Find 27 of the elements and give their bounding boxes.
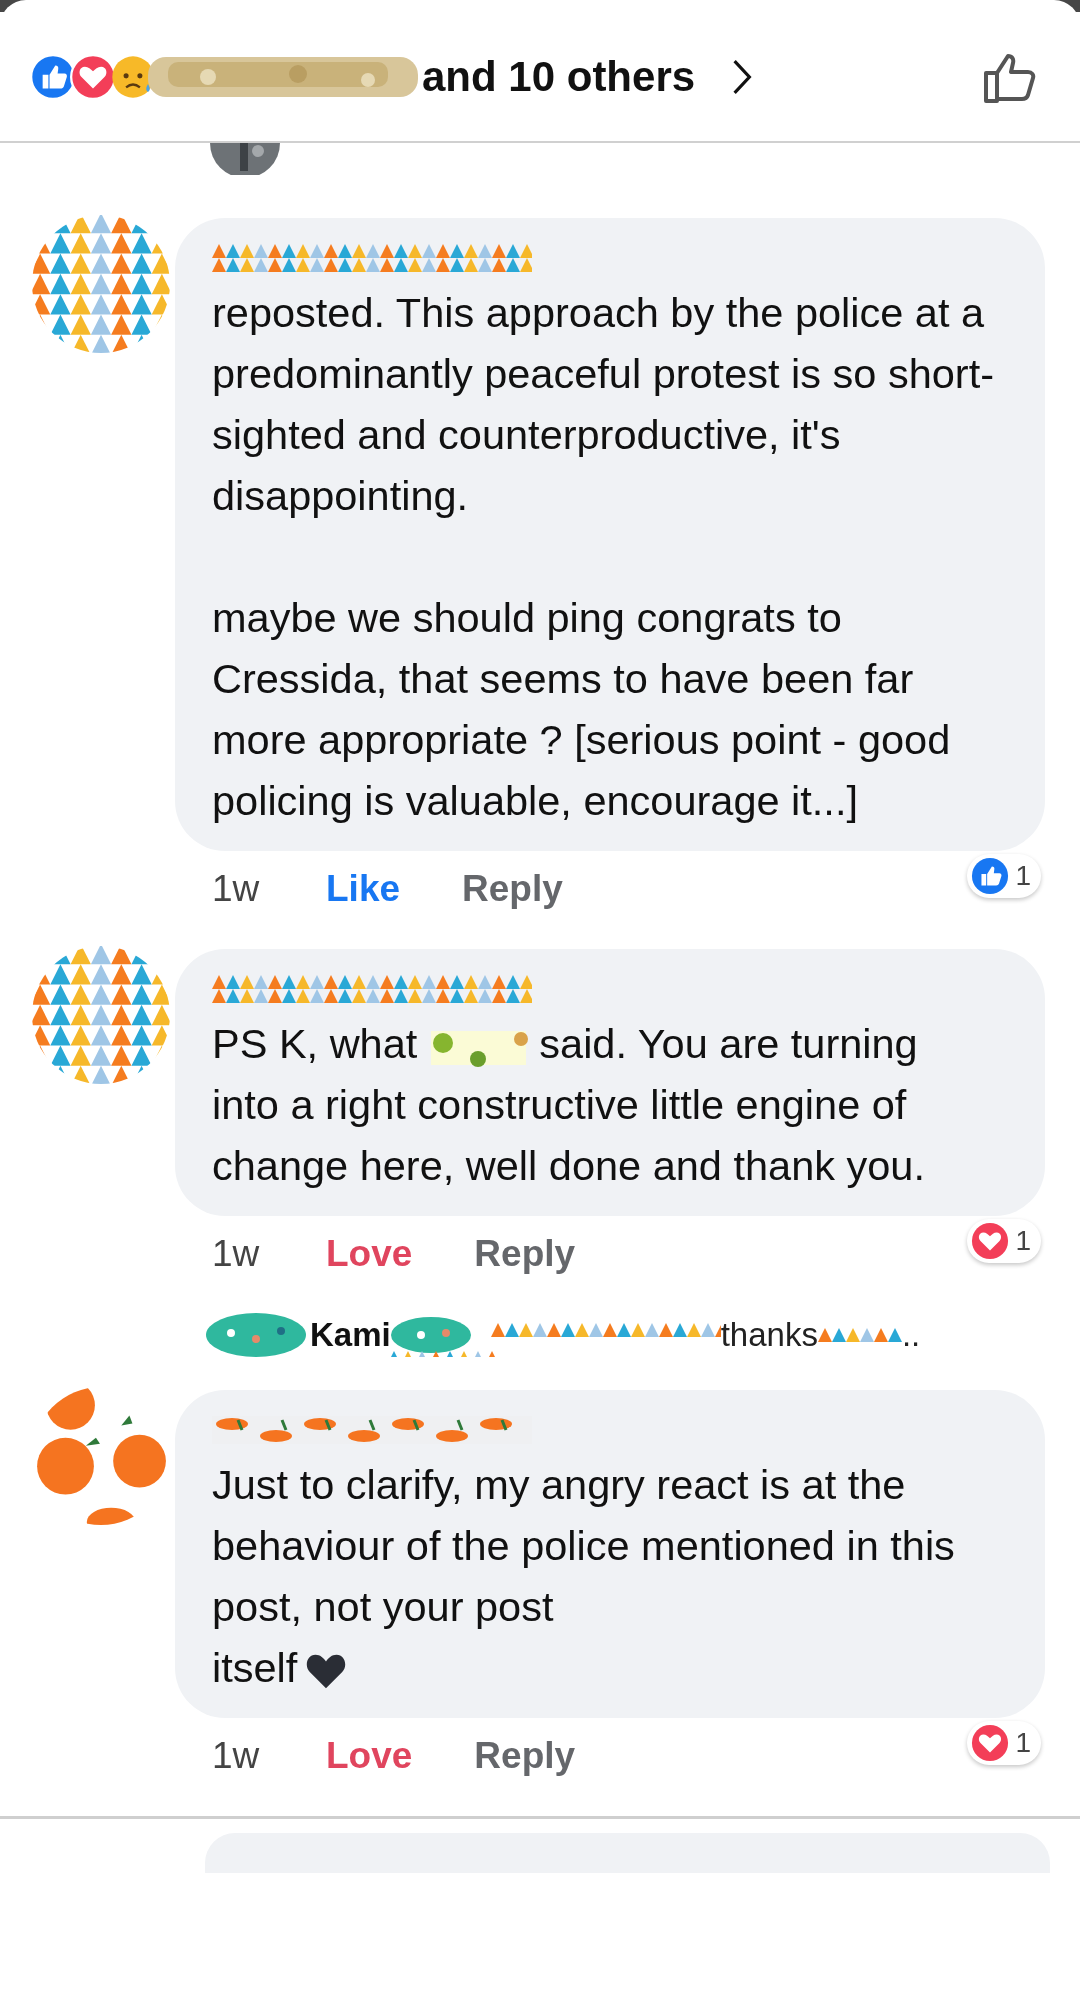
comment-text: said. You are turning xyxy=(539,1020,918,1067)
chevron-right-icon[interactable] xyxy=(731,57,754,96)
comment-text: PS K, what xyxy=(212,1020,418,1067)
reactors-summary[interactable]: and 10 others xyxy=(422,52,696,101)
comment-text: maybe we should ping congrats to Cressida, that seems to have been far more appropriate ? [serious point - good policing is valuable, encourage it...] xyxy=(212,593,952,826)
reply-snippet-ending: .. xyxy=(901,1316,921,1354)
timestamp: 1w xyxy=(212,868,261,910)
reaction-count-badge[interactable]: 1 xyxy=(967,1721,1041,1765)
love-reaction-icon xyxy=(70,53,116,100)
timestamp: 1w xyxy=(212,1735,261,1777)
timestamp: 1w xyxy=(212,1233,261,1275)
love-reaction-icon xyxy=(971,1724,1010,1762)
reply-link[interactable]: Reply xyxy=(474,1233,576,1275)
love-reaction-icon xyxy=(971,1222,1010,1260)
reply-snippet: thanks xyxy=(720,1316,818,1354)
like-reaction-icon xyxy=(971,857,1010,895)
comment-text: reposted. This approach by the police at a predominantly peaceful protest is so short-sighted and counterproductive, it's disappointing. xyxy=(212,288,995,521)
reply-link[interactable]: Reply xyxy=(462,868,563,910)
comment-text: into a right constructive little engine of change here, well done and thank you. xyxy=(212,1080,926,1191)
reaction-count-badge[interactable]: 1 xyxy=(967,854,1041,898)
reaction-link[interactable]: Love xyxy=(326,1233,413,1275)
reaction-link[interactable]: Love xyxy=(326,1735,413,1777)
reaction-link[interactable]: Like xyxy=(326,868,401,910)
reaction-count-badge[interactable]: 1 xyxy=(967,1219,1041,1263)
reply-link[interactable]: Reply xyxy=(474,1735,576,1777)
reply-author[interactable]: Kami xyxy=(310,1316,391,1354)
comment-text: itself xyxy=(212,1644,298,1691)
